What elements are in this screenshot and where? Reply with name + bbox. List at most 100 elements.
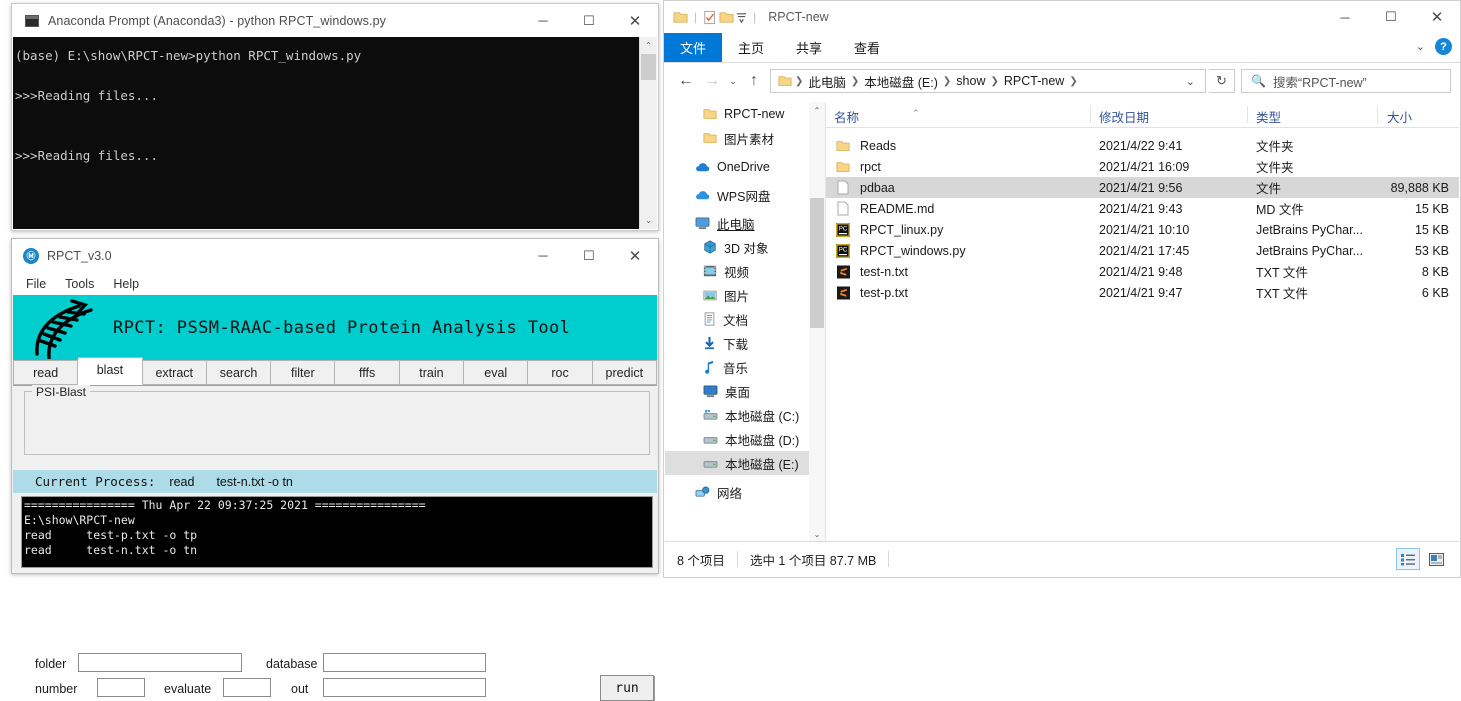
help-icon[interactable]: ? (1435, 38, 1452, 55)
details-view-icon[interactable] (1396, 548, 1420, 570)
close-button[interactable]: ✕ (612, 241, 658, 271)
close-button[interactable]: ✕ (612, 6, 658, 36)
search-input[interactable]: 搜索“RPCT-new” (1273, 72, 1367, 91)
minimize-button[interactable]: ─ (520, 241, 566, 271)
nav-item-documents[interactable]: 文档 (665, 307, 825, 331)
scroll-down-icon[interactable]: ⌄ (640, 212, 657, 229)
scroll-up-icon[interactable]: ⌃ (640, 37, 657, 54)
nav-item-onedrive[interactable]: OneDrive (665, 155, 825, 179)
anaconda-scrollbar[interactable]: ⌃ ⌄ (639, 37, 657, 229)
rpct-window[interactable]: Ⓜ RPCT_v3.0 ─ ☐ ✕ File Tools Help RPCT: … (11, 238, 659, 701)
rpct-titlebar[interactable]: Ⓜ RPCT_v3.0 ─ ☐ ✕ (12, 239, 658, 272)
tab-train[interactable]: train (399, 360, 465, 385)
tab-roc[interactable]: roc (528, 360, 593, 385)
maximize-button[interactable]: ☐ (566, 241, 612, 271)
folder-input[interactable] (78, 653, 242, 672)
menu-file[interactable]: File (26, 277, 46, 291)
minimize-button[interactable]: ─ (520, 6, 566, 36)
scroll-up-icon[interactable]: ⌃ (809, 102, 825, 118)
ribbon-right-controls[interactable]: ⌄ ? (1416, 38, 1452, 55)
file-list-pane[interactable]: 名称 ⌃ 修改日期 类型 大小 Reads 2021/4/22 9:41 文件夹 (826, 102, 1459, 542)
nav-item-this-pc[interactable]: 此电脑 (665, 211, 825, 235)
recent-locations-icon[interactable]: ⌄ (725, 68, 741, 94)
run-button[interactable]: run (600, 675, 654, 701)
tab-blast[interactable]: blast (78, 357, 143, 385)
tab-search[interactable]: search (206, 360, 272, 385)
new-folder-icon[interactable] (719, 10, 734, 25)
large-icons-view-icon[interactable] (1425, 549, 1447, 569)
column-header-date[interactable]: 修改日期 (1090, 106, 1247, 125)
tab-read[interactable]: read (13, 360, 79, 385)
menu-help[interactable]: Help (113, 277, 139, 291)
navpane-scrollbar[interactable]: ⌃ ⌄ (809, 102, 825, 542)
number-input[interactable] (97, 678, 145, 697)
anaconda-prompt-window[interactable]: Anaconda Prompt (Anaconda3) - python RPC… (11, 3, 659, 231)
menu-tools[interactable]: Tools (65, 277, 94, 291)
breadcrumb[interactable]: ❯ 此电脑 ❯ 本地磁盘 (E:) ❯ show ❯ RPCT-new ❯ ⌄ (770, 69, 1206, 93)
explorer-titlebar[interactable]: | | RPCT-new ─ ☐ ✕ (664, 1, 1460, 33)
folder-icon[interactable] (673, 10, 688, 25)
file-list-header[interactable]: 名称 ⌃ 修改日期 类型 大小 (826, 102, 1459, 128)
table-row[interactable]: test-p.txt 2021/4/21 9:47 TXT 文件 6 KB (826, 282, 1459, 303)
tab-filter[interactable]: filter (271, 360, 336, 385)
table-row[interactable]: README.md 2021/4/21 9:43 MD 文件 15 KB (826, 198, 1459, 219)
nav-item-3d-objects[interactable]: 3D 对象 (665, 235, 825, 259)
nav-item-pictures-material[interactable]: 图片素材 (665, 126, 825, 150)
table-row[interactable]: pdbaa 2021/4/21 9:56 文件 89,888 KB (826, 177, 1459, 198)
ribbon-tab-share[interactable]: 共享 (780, 33, 838, 62)
table-row[interactable]: test-n.txt 2021/4/21 9:48 TXT 文件 8 KB (826, 261, 1459, 282)
ribbon-tab-home[interactable]: 主页 (722, 33, 780, 62)
chevron-down-icon[interactable]: ⌄ (1416, 40, 1425, 53)
breadcrumb-segment-1[interactable]: 本地磁盘 (E:) (860, 72, 942, 91)
ribbon-tab-file[interactable]: 文件 (664, 33, 723, 62)
explorer-address-bar[interactable]: ← → ⌄ ↑ ❯ 此电脑 ❯ 本地磁盘 (E:) ❯ show ❯ RPCT-… (664, 63, 1460, 99)
breadcrumb-segment-3[interactable]: RPCT-new (1000, 74, 1068, 88)
tab-fffs[interactable]: fffs (335, 360, 400, 385)
explorer-ribbon-tabs[interactable]: 文件 主页 共享 查看 ⌄ ? (664, 33, 1460, 63)
nav-item-rpct-new[interactable]: RPCT-new (665, 102, 825, 126)
rpct-menubar[interactable]: File Tools Help (12, 272, 658, 295)
rpct-tab-bar[interactable]: read blast extract search filter fffs tr… (13, 357, 657, 386)
table-row[interactable]: PC RPCT_windows.py 2021/4/21 17:45 JetBr… (826, 240, 1459, 261)
column-header-name[interactable]: 名称 ⌃ (826, 106, 1090, 125)
breadcrumb-segment-0[interactable]: 此电脑 (804, 72, 850, 91)
breadcrumb-segment-2[interactable]: show (952, 74, 989, 88)
properties-icon[interactable] (703, 10, 717, 25)
anaconda-console-body[interactable]: (base) E:\show\RPCT-new>python RPCT_wind… (13, 37, 657, 229)
table-row[interactable]: Reads 2021/4/22 9:41 文件夹 (826, 135, 1459, 156)
breadcrumb-dropdown-icon[interactable]: ⌄ (1186, 75, 1201, 88)
maximize-button[interactable]: ☐ (1368, 2, 1414, 32)
column-header-type[interactable]: 类型 (1247, 106, 1377, 125)
anaconda-titlebar[interactable]: Anaconda Prompt (Anaconda3) - python RPC… (12, 4, 658, 37)
minimize-button[interactable]: ─ (1322, 2, 1368, 32)
nav-item-drive-c[interactable]: 本地磁盘 (C:) (665, 403, 825, 427)
anaconda-window-controls[interactable]: ─ ☐ ✕ (520, 6, 658, 36)
scroll-down-icon[interactable]: ⌄ (809, 526, 825, 542)
back-button[interactable]: ← (673, 68, 699, 94)
navigation-pane[interactable]: RPCT-new 图片素材 OneDrive WPS网盘 此电脑 3D 对象 视… (665, 102, 826, 542)
nav-item-desktop[interactable]: 桌面 (665, 379, 825, 403)
maximize-button[interactable]: ☐ (566, 6, 612, 36)
ribbon-tab-view[interactable]: 查看 (838, 33, 896, 62)
explorer-window-controls[interactable]: ─ ☐ ✕ (1322, 2, 1460, 32)
refresh-button[interactable]: ↻ (1209, 69, 1235, 93)
nav-item-downloads[interactable]: 下载 (665, 331, 825, 355)
nav-item-pictures[interactable]: 图片 (665, 283, 825, 307)
customize-dropdown-icon[interactable] (736, 12, 747, 23)
tab-extract[interactable]: extract (142, 360, 207, 385)
file-explorer-window[interactable]: | | RPCT-new ─ ☐ ✕ 文件 主页 共享 查看 ⌄ ? ← → ⌄… (663, 0, 1461, 578)
scrollbar-thumb[interactable] (641, 54, 656, 80)
nav-item-music[interactable]: 音乐 (665, 355, 825, 379)
rpct-window-controls[interactable]: ─ ☐ ✕ (520, 241, 658, 271)
forward-button[interactable]: → (699, 68, 725, 94)
nav-item-videos[interactable]: 视频 (665, 259, 825, 283)
search-box[interactable]: 🔍 搜索“RPCT-new” (1241, 69, 1451, 93)
table-row[interactable]: PC RPCT_linux.py 2021/4/21 10:10 JetBrai… (826, 219, 1459, 240)
scrollbar-thumb[interactable] (810, 198, 824, 328)
nav-item-network[interactable]: 网络 (665, 480, 825, 504)
close-button[interactable]: ✕ (1414, 2, 1460, 32)
out-input[interactable] (323, 678, 486, 697)
quick-access-toolbar[interactable]: | | (673, 10, 760, 25)
up-button[interactable]: ↑ (741, 68, 767, 94)
nav-item-drive-e[interactable]: 本地磁盘 (E:) (665, 451, 825, 475)
